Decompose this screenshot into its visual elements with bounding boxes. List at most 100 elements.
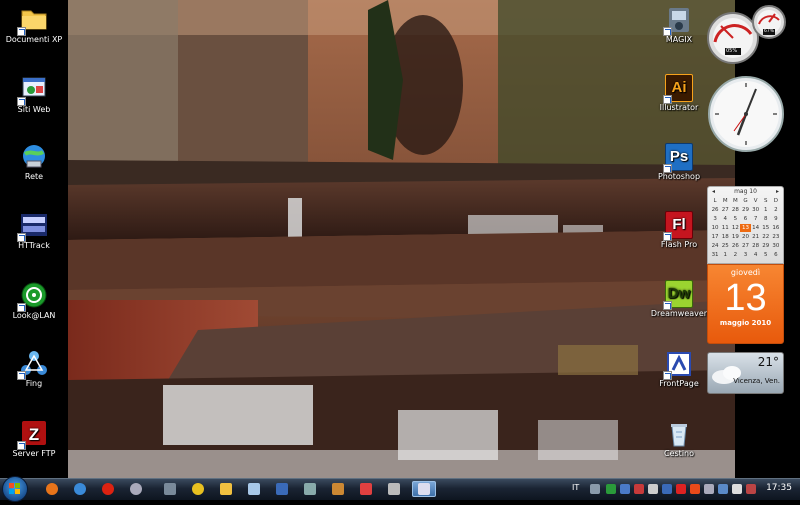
calendar-day-cell[interactable]: 24: [710, 242, 720, 250]
httrack-icon: [17, 210, 49, 242]
volume-icon[interactable]: [732, 484, 742, 494]
calendar-day-cell[interactable]: 26: [710, 206, 720, 214]
taskbar-app-button[interactable]: [272, 481, 292, 497]
calendar-day-cell[interactable]: 27: [740, 242, 750, 250]
prev-month-icon[interactable]: ◂: [712, 188, 715, 197]
calendar-day-cell[interactable]: 28: [751, 242, 761, 250]
tray-icon[interactable]: [690, 484, 700, 494]
calendar-day-cell[interactable]: 7: [751, 215, 761, 223]
calendar-day-cell[interactable]: 10: [710, 224, 720, 232]
desktop-icon-cestino[interactable]: Cestino: [647, 420, 711, 459]
tray-icon[interactable]: [606, 484, 616, 494]
calendar-day-cell[interactable]: 26: [730, 242, 740, 250]
taskbar-app-button[interactable]: [126, 481, 146, 497]
desktop-icon-server-ftp[interactable]: Z Server FTP: [1, 418, 67, 459]
calendar-day-cell[interactable]: 29: [740, 206, 750, 214]
app-icon: [360, 483, 372, 495]
network-tray-icon[interactable]: [718, 484, 728, 494]
desktop-icon-label: Siti Web: [17, 105, 51, 114]
calendar-day-cell[interactable]: 13: [740, 224, 751, 232]
calendar-day-cell[interactable]: 6: [771, 251, 781, 259]
calendar-day-cell[interactable]: 14: [751, 224, 761, 232]
desktop-icon-dreamweaver[interactable]: Dw Dreamweaver: [647, 280, 711, 319]
desktop-icon-label: Photoshop: [657, 172, 701, 181]
desktop-icon-rete[interactable]: Rete: [1, 141, 67, 182]
tray-icon[interactable]: [634, 484, 644, 494]
calendar-day-cell[interactable]: 9: [771, 215, 781, 223]
taskbar-ie-button[interactable]: [70, 481, 90, 497]
cpu-meter-gadget[interactable]: 05% 67%: [705, 2, 787, 66]
calendar-day-cell[interactable]: 16: [771, 224, 781, 232]
calendar-day-cell[interactable]: 5: [761, 251, 771, 259]
taskbar-opera-button[interactable]: [98, 481, 118, 497]
calendar-day-cell[interactable]: 31: [710, 251, 720, 259]
tray-icon[interactable]: [648, 484, 658, 494]
calendar-day-cell[interactable]: 22: [761, 233, 771, 241]
calendar-header: ◂ mag 10 ▸: [708, 187, 783, 197]
calendar-day-cell[interactable]: 1: [720, 251, 730, 259]
tray-icon[interactable]: [620, 484, 630, 494]
calendar-day-cell[interactable]: 5: [730, 215, 740, 223]
calendar-day-cell[interactable]: 2: [730, 251, 740, 259]
taskbar-active-window[interactable]: [412, 481, 436, 497]
calendar-day-cell[interactable]: 30: [751, 206, 761, 214]
calendar-day-cell[interactable]: 1: [761, 206, 771, 214]
calendar-day-cell[interactable]: 2: [771, 206, 781, 214]
calendar-day-cell[interactable]: 11: [720, 224, 730, 232]
calendar-day-cell[interactable]: 8: [761, 215, 771, 223]
shortcut-arrow-icon: [663, 27, 672, 36]
desktop-icon-flash-pro[interactable]: Fl Flash Pro: [647, 211, 711, 250]
desktop-icon-httrack[interactable]: HTTrack: [1, 210, 67, 251]
clock-gadget[interactable]: [707, 75, 785, 153]
calendar-day-cell[interactable]: 12: [730, 224, 740, 232]
taskbar-chrome-button[interactable]: [188, 481, 208, 497]
language-indicator[interactable]: IT: [572, 483, 579, 492]
calendar-day-cell[interactable]: 23: [771, 233, 781, 241]
calendar-day-cell[interactable]: 30: [771, 242, 781, 250]
desktop-icon-siti-web[interactable]: Siti Web: [1, 74, 67, 115]
desktop-icon-label: Look@LAN: [12, 311, 56, 320]
chrome-icon: [192, 483, 204, 495]
start-button[interactable]: [2, 476, 28, 502]
desktop-icon-magix[interactable]: MAGIX: [647, 6, 711, 45]
taskbar-app-button[interactable]: [160, 481, 180, 497]
calendar-day-cell[interactable]: 29: [761, 242, 771, 250]
desktop-icon-documenti[interactable]: Documenti XP: [1, 4, 67, 45]
calendar-day-cell[interactable]: 4: [751, 251, 761, 259]
desktop-icon-frontpage[interactable]: FrontPage: [647, 350, 711, 389]
taskbar-app-button[interactable]: [216, 481, 236, 497]
calendar-day-cell[interactable]: 19: [730, 233, 740, 241]
desktop-icon-look-at-lan[interactable]: Look@LAN: [1, 280, 67, 321]
desktop-icon-illustrator[interactable]: Ai Illustrator: [647, 74, 711, 113]
calendar-day-cell[interactable]: 3: [710, 215, 720, 223]
tray-icon[interactable]: [590, 484, 600, 494]
taskbar-app-button[interactable]: [244, 481, 264, 497]
taskbar-clock[interactable]: 17:35: [766, 483, 792, 493]
taskbar: IT 17:35: [0, 476, 800, 502]
calendar-gadget[interactable]: ◂ mag 10 ▸ L M M G V S D 26 27 28 29 30 1 2 3 4 5 6 7 8 9 10 1…: [707, 186, 784, 346]
calendar-day-cell[interactable]: 3: [740, 251, 750, 259]
calendar-day-cell[interactable]: 15: [761, 224, 771, 232]
calendar-day-cell[interactable]: 20: [740, 233, 750, 241]
desktop-icon-photoshop[interactable]: Ps Photoshop: [647, 143, 711, 182]
taskbar-app-button[interactable]: [384, 481, 404, 497]
weather-gadget[interactable]: 21° Vicenza, Ven.: [707, 352, 784, 394]
tray-icon[interactable]: [676, 484, 686, 494]
tray-icon[interactable]: [746, 484, 756, 494]
info-icon[interactable]: [662, 484, 672, 494]
tray-icon[interactable]: [704, 484, 714, 494]
desktop-icon-fing[interactable]: Fing: [1, 348, 67, 389]
calendar-day-cell[interactable]: 21: [751, 233, 761, 241]
taskbar-app-button[interactable]: [356, 481, 376, 497]
calendar-day-cell[interactable]: 6: [740, 215, 750, 223]
calendar-day-cell[interactable]: 25: [720, 242, 730, 250]
calendar-day-cell[interactable]: 28: [730, 206, 740, 214]
taskbar-firefox-button[interactable]: [42, 481, 62, 497]
calendar-day-cell[interactable]: 4: [720, 215, 730, 223]
taskbar-app-button[interactable]: [300, 481, 320, 497]
calendar-day-cell[interactable]: 18: [720, 233, 730, 241]
next-month-icon[interactable]: ▸: [776, 188, 779, 197]
taskbar-app-button[interactable]: [328, 481, 348, 497]
calendar-day-cell[interactable]: 17: [710, 233, 720, 241]
calendar-day-cell[interactable]: 27: [720, 206, 730, 214]
